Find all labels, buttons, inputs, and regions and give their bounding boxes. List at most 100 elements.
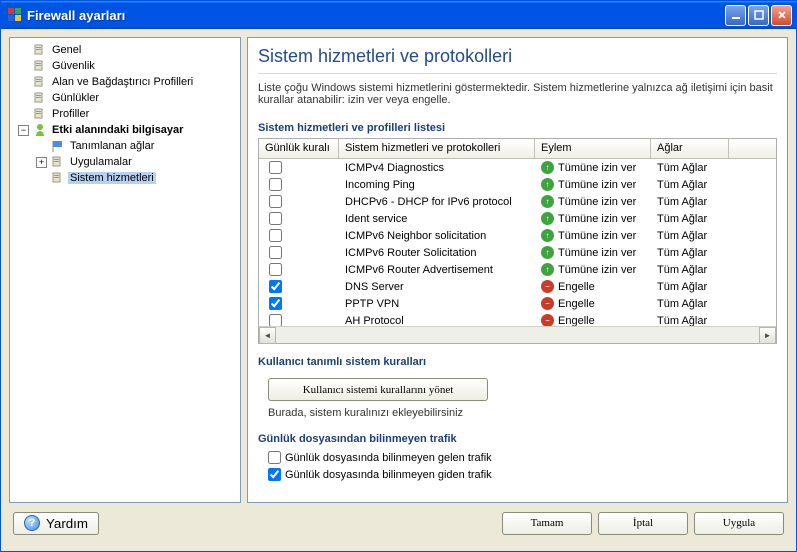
row-action[interactable]: −Engelle	[535, 279, 651, 294]
row-log-checkbox[interactable]	[269, 314, 282, 326]
allow-icon: ↑	[541, 212, 554, 225]
table-header[interactable]: Günlük kuralı Sistem hizmetleri ve proto…	[259, 139, 776, 159]
maximize-button[interactable]	[748, 5, 769, 26]
tree-node-icon	[50, 170, 66, 186]
tree-node-icon	[32, 42, 48, 58]
row-log-checkbox[interactable]	[269, 212, 282, 225]
minimize-button[interactable]	[725, 5, 746, 26]
user-rules-heading: Kullanıcı tanımlı sistem kuralları	[258, 356, 777, 368]
row-service: AH Protocol	[339, 314, 535, 327]
allow-icon: ↑	[541, 246, 554, 259]
row-log-checkbox[interactable]	[269, 246, 282, 259]
window-title: Firewall ayarları	[27, 8, 725, 23]
tree-node-label: Tanımlanan ağlar	[68, 140, 156, 152]
row-action[interactable]: −Engelle	[535, 296, 651, 311]
row-service: ICMPv6 Neighbor solicitation	[339, 229, 535, 243]
tree-node-icon	[32, 122, 48, 138]
tree-item[interactable]: Günlükler	[12, 90, 238, 106]
tree-item[interactable]: Güvenlik	[12, 58, 238, 74]
row-log-checkbox[interactable]	[269, 280, 282, 293]
tree-item[interactable]: Alan ve Bağdaştırıcı Profilleri	[12, 74, 238, 90]
services-list-heading: Sistem hizmetleri ve profilleri listesi	[258, 122, 777, 134]
row-networks: Tüm Ağlar	[651, 195, 729, 209]
deny-icon: −	[541, 314, 554, 326]
row-action[interactable]: ↑Tümüne izin ver	[535, 245, 651, 260]
services-table: Günlük kuralı Sistem hizmetleri ve proto…	[258, 138, 777, 344]
row-log-checkbox[interactable]	[269, 178, 282, 191]
col-networks-header[interactable]: Ağlar	[651, 139, 729, 158]
tree-item[interactable]: Genel	[12, 42, 238, 58]
app-icon	[7, 7, 23, 23]
tree-item[interactable]: − Etki alanındaki bilgisayar	[12, 122, 238, 138]
row-log-checkbox[interactable]	[269, 229, 282, 242]
row-log-checkbox[interactable]	[269, 297, 282, 310]
tree-node-label: Uygulamalar	[68, 156, 134, 168]
log-outgoing-label: Günlük dosyasında bilinmeyen giden trafi…	[285, 469, 492, 481]
row-networks: Tüm Ağlar	[651, 161, 729, 175]
tree-node-label: Sistem hizmetleri	[68, 172, 156, 184]
firewall-settings-window: Firewall ayarları GenelGüvenlikAlan ve B…	[0, 0, 797, 552]
col-service-header[interactable]: Sistem hizmetleri ve protokolleri	[339, 139, 535, 158]
row-networks: Tüm Ağlar	[651, 280, 729, 294]
tree-node-icon	[32, 74, 48, 90]
table-body[interactable]: ICMPv4 Diagnostics↑Tümüne izin verTüm Ağ…	[259, 159, 776, 326]
row-action[interactable]: ↑Tümüne izin ver	[535, 262, 651, 277]
scroll-right-button[interactable]: ►	[759, 327, 776, 344]
nav-tree[interactable]: GenelGüvenlikAlan ve Bağdaştırıcı Profil…	[9, 37, 241, 503]
row-log-checkbox[interactable]	[269, 195, 282, 208]
tree-node-label: Etki alanındaki bilgisayar	[50, 124, 185, 136]
col-action-header[interactable]: Eylem	[535, 139, 651, 158]
row-service: DHCPv6 - DHCP for IPv6 protocol	[339, 195, 535, 209]
log-incoming-checkbox[interactable]	[268, 451, 281, 464]
row-action[interactable]: ↑Tümüne izin ver	[535, 160, 651, 175]
horizontal-scrollbar[interactable]: ◄ ►	[259, 326, 776, 343]
allow-icon: ↑	[541, 229, 554, 242]
expand-icon[interactable]: +	[36, 157, 47, 168]
tree-item[interactable]: Tanımlanan ağlar	[12, 138, 238, 154]
apply-button[interactable]: Uygula	[694, 512, 784, 535]
title-separator	[258, 73, 777, 74]
collapse-icon[interactable]: −	[18, 125, 29, 136]
row-service: ICMPv6 Router Solicitation	[339, 246, 535, 260]
titlebar: Firewall ayarları	[1, 1, 796, 29]
manage-rules-note: Burada, sistem kuralınızı ekleyebilirsin…	[268, 407, 777, 419]
table-row[interactable]: AH Protocol−EngelleTüm Ağlar	[259, 312, 776, 326]
allow-icon: ↑	[541, 161, 554, 174]
tree-item[interactable]: Profiller	[12, 106, 238, 122]
log-incoming-row[interactable]: Günlük dosyasında bilinmeyen gelen trafi…	[268, 451, 777, 464]
row-log-checkbox[interactable]	[269, 263, 282, 276]
log-outgoing-row[interactable]: Günlük dosyasında bilinmeyen giden trafi…	[268, 468, 777, 481]
row-service: ICMPv4 Diagnostics	[339, 161, 535, 175]
row-action[interactable]: ↑Tümüne izin ver	[535, 228, 651, 243]
tree-node-icon	[32, 106, 48, 122]
row-service: ICMPv6 Router Advertisement	[339, 263, 535, 277]
log-outgoing-checkbox[interactable]	[268, 468, 281, 481]
col-rule-header[interactable]: Günlük kuralı	[259, 139, 339, 158]
row-action[interactable]: −Engelle	[535, 313, 651, 326]
row-networks: Tüm Ağlar	[651, 212, 729, 226]
row-networks: Tüm Ağlar	[651, 314, 729, 327]
row-action[interactable]: ↑Tümüne izin ver	[535, 211, 651, 226]
row-networks: Tüm Ağlar	[651, 297, 729, 311]
row-service: Incoming Ping	[339, 178, 535, 192]
help-button[interactable]: ? Yardım	[13, 512, 99, 535]
allow-icon: ↑	[541, 178, 554, 191]
row-networks: Tüm Ağlar	[651, 178, 729, 192]
row-log-checkbox[interactable]	[269, 161, 282, 174]
unknown-traffic-heading: Günlük dosyasından bilinmeyen trafik	[258, 433, 777, 445]
row-action[interactable]: ↑Tümüne izin ver	[535, 177, 651, 192]
close-button[interactable]	[771, 5, 792, 26]
row-networks: Tüm Ağlar	[651, 246, 729, 260]
deny-icon: −	[541, 297, 554, 310]
scroll-left-button[interactable]: ◄	[259, 327, 276, 344]
tree-item[interactable]: Sistem hizmetleri	[12, 170, 238, 186]
manage-user-rules-button[interactable]: Kullanıcı sistemi kurallarını yönet	[268, 378, 488, 401]
page-description: Liste çoğu Windows sistemi hizmetlerini …	[258, 82, 777, 106]
row-service: PPTP VPN	[339, 297, 535, 311]
ok-button[interactable]: Tamam	[502, 512, 592, 535]
tree-node-icon	[32, 58, 48, 74]
row-action[interactable]: ↑Tümüne izin ver	[535, 194, 651, 209]
cancel-button[interactable]: İptal	[598, 512, 688, 535]
tree-item[interactable]: + Uygulamalar	[12, 154, 238, 170]
row-networks: Tüm Ağlar	[651, 229, 729, 243]
